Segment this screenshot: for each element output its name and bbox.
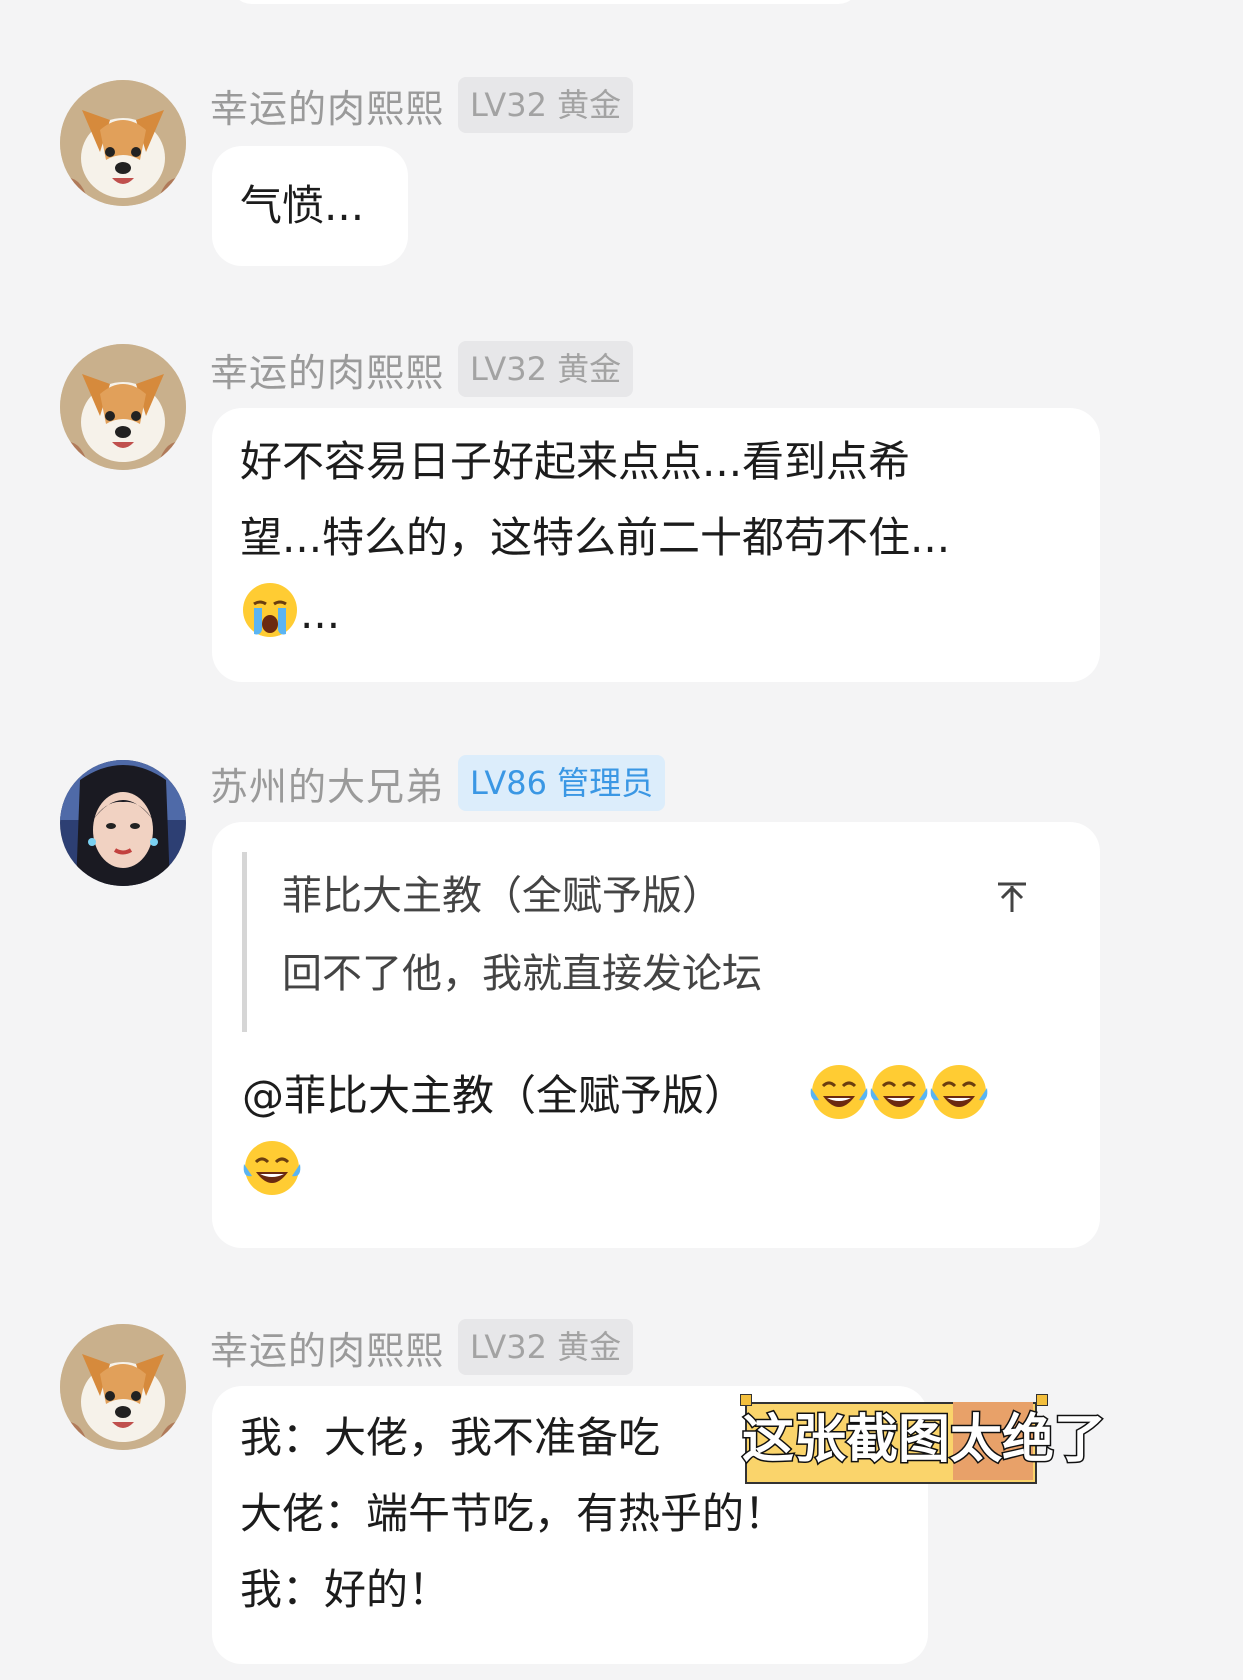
quoted-text: 回不了他，我就直接发论坛 bbox=[282, 951, 762, 997]
username[interactable]: 幸运的肉熙熙 bbox=[210, 78, 444, 133]
tears-of-joy-emoji bbox=[929, 1062, 989, 1122]
arrow-up-icon[interactable] bbox=[982, 866, 1042, 926]
quoted-message[interactable]: 菲比大主教（全赋予版） 回不了他，我就直接发论坛 bbox=[242, 852, 1042, 1032]
crying-face-emoji bbox=[240, 580, 300, 640]
message-text-line: 望...特么的，这特么前二十都苟不住... bbox=[240, 513, 951, 562]
message-text-line: @菲比大主教（全赋予版） bbox=[242, 1058, 1082, 1134]
level-badge: LV32 黄金 bbox=[458, 77, 634, 133]
username[interactable]: 幸运的肉熙熙 bbox=[210, 1320, 444, 1375]
woman-portrait-avatar[interactable] bbox=[60, 760, 186, 886]
message-text: 气愤... bbox=[240, 181, 365, 230]
corgi-avatar[interactable] bbox=[60, 80, 186, 206]
mention-text[interactable]: @菲比大主教（全赋予版） bbox=[242, 1071, 746, 1120]
tears-of-joy-emoji bbox=[809, 1062, 869, 1122]
tears-of-joy-emoji bbox=[869, 1062, 929, 1122]
username[interactable]: 苏州的大兄弟 bbox=[210, 756, 444, 811]
admin-badge: LV86 管理员 bbox=[458, 755, 666, 811]
message-bubble[interactable]: 好不容易日子好起来点点...看到点希 望...特么的，这特么前二十都苟不住...… bbox=[212, 408, 1100, 682]
message-bubble[interactable]: 气愤... bbox=[212, 146, 408, 266]
level-badge: LV32 黄金 bbox=[458, 1319, 634, 1375]
level-badge: LV32 黄金 bbox=[458, 341, 634, 397]
message-text-line: 大佬：端午节吃，有热乎的！ bbox=[240, 1489, 787, 1538]
quoted-username: 菲比大主教（全赋予版） bbox=[282, 873, 722, 919]
message-text-line: ... bbox=[240, 576, 1072, 652]
corgi-avatar[interactable] bbox=[60, 344, 186, 470]
previous-message-bubble bbox=[230, 0, 860, 4]
message-text-line: 我：好的！ bbox=[240, 1565, 451, 1614]
message-bubble[interactable]: 菲比大主教（全赋予版） 回不了他，我就直接发论坛 @菲比大主教（全赋予版） bbox=[212, 822, 1100, 1248]
tears-of-joy-emoji bbox=[242, 1138, 302, 1198]
corgi-avatar[interactable] bbox=[60, 1324, 186, 1450]
username[interactable]: 幸运的肉熙熙 bbox=[210, 342, 444, 397]
message-text-line: 好不容易日子好起来点点...看到点希 bbox=[240, 437, 911, 486]
message-text-line bbox=[242, 1134, 1082, 1210]
caption-text[interactable]: 这张截图太绝了 bbox=[740, 1398, 1107, 1482]
